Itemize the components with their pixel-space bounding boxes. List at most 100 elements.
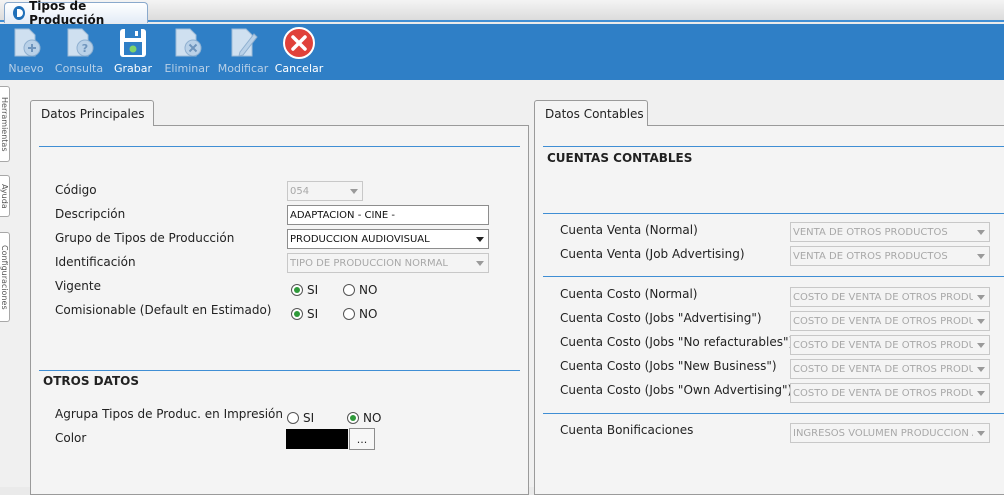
tab-datos-principales[interactable]: Datos Principales — [30, 100, 154, 126]
section-divider — [543, 413, 1004, 414]
vigente-no-label: NO — [359, 283, 378, 297]
cuenta-costo-new-business-select[interactable]: COSTO DE VENTA DE OTROS PRODUC — [790, 359, 990, 379]
cuenta-costo-own-advertising-select[interactable]: COSTO DE VENTA DE OTROS PRODUC — [790, 383, 990, 403]
chevron-down-icon — [472, 254, 488, 272]
descripcion-label: Descripción — [55, 207, 126, 221]
document-tab-strip: Tipos de Producción — [0, 0, 1004, 27]
chevron-down-icon — [973, 288, 989, 306]
chevron-down-icon — [973, 424, 989, 442]
cancel-icon — [283, 27, 315, 59]
side-panel-strip: Herramientas Ayuda Configuraciones — [0, 80, 10, 487]
cuenta-bonificaciones-label: Cuenta Bonificaciones — [560, 423, 694, 437]
svg-text:?: ? — [82, 42, 88, 55]
radio-checked-icon — [347, 412, 359, 424]
grupo-value: PRODUCCION AUDIOVISUAL — [290, 233, 430, 245]
datos-principales-panel: Código 054 Descripción ADAPTACION - CINE… — [30, 125, 529, 495]
chevron-down-icon — [973, 360, 989, 378]
delete-document-icon — [175, 28, 202, 57]
eliminar-button[interactable]: Eliminar — [164, 26, 210, 78]
radio-unchecked-icon — [343, 308, 355, 320]
cuenta-costo-no-refacturables-label: Cuenta Costo (Jobs "No refacturables") — [560, 335, 794, 349]
codigo-select[interactable]: 054 — [287, 181, 363, 201]
section-divider — [543, 276, 1004, 277]
modificar-button[interactable]: Modificar — [218, 26, 268, 78]
cuenta-costo-own-advertising-value: COSTO DE VENTA DE OTROS PRODUC — [793, 387, 973, 399]
section-divider — [39, 146, 520, 147]
cuenta-costo-normal-value: COSTO DE VENTA DE OTROS PRODUC — [793, 291, 973, 303]
cuenta-venta-normal-value: VENTA DE OTROS PRODUCTOS — [793, 226, 948, 238]
chevron-down-icon — [346, 182, 362, 200]
cuenta-costo-own-advertising-label: Cuenta Costo (Jobs "Own Advertising") — [560, 383, 793, 397]
tab-datos-principales-label: Datos Principales — [41, 106, 145, 121]
radio-checked-icon — [291, 308, 303, 320]
nuevo-button[interactable]: Nuevo — [8, 26, 44, 78]
vigente-label: Vigente — [55, 279, 101, 293]
grabar-button[interactable]: Grabar — [112, 26, 154, 78]
chevron-down-icon — [973, 384, 989, 402]
cuenta-venta-job-select[interactable]: VENTA DE OTROS PRODUCTOS — [790, 246, 990, 266]
cuenta-venta-normal-label: Cuenta Venta (Normal) — [560, 223, 698, 237]
chevron-down-icon — [472, 230, 488, 248]
cancelar-label: Cancelar — [274, 62, 324, 75]
tab-datos-contables[interactable]: Datos Contables — [534, 100, 648, 126]
radio-checked-icon — [291, 284, 303, 296]
section-divider — [543, 146, 1004, 147]
new-document-icon — [14, 28, 41, 57]
chevron-down-icon — [973, 336, 989, 354]
datos-contables-panel: CUENTAS CONTABLES Cuenta Venta (Normal) … — [534, 125, 1004, 495]
color-picker-button[interactable]: ... — [349, 428, 375, 450]
comisionable-si-label: SI — [307, 307, 319, 321]
consulta-label: Consulta — [54, 62, 104, 75]
codigo-label: Código — [55, 183, 97, 197]
cuenta-costo-no-refacturables-value: COSTO DE VENTA DE OTROS PRODUC — [793, 339, 973, 351]
cuenta-costo-no-refacturables-select[interactable]: COSTO DE VENTA DE OTROS PRODUC — [790, 335, 990, 355]
chevron-down-icon — [973, 247, 989, 265]
agrupa-si-label: SI — [303, 411, 315, 425]
identificacion-value: TIPO DE PRODUCCIÓN NORMAL — [290, 257, 448, 269]
vigente-no-radio[interactable]: NO — [343, 283, 377, 297]
query-document-icon: ? — [67, 28, 94, 57]
cancelar-button[interactable]: Cancelar — [274, 26, 324, 78]
color-swatch — [286, 429, 348, 449]
radio-unchecked-icon — [287, 412, 299, 424]
cuenta-costo-normal-label: Cuenta Costo (Normal) — [560, 287, 698, 301]
grupo-label: Grupo de Tipos de Producción — [55, 231, 235, 245]
edit-document-icon — [231, 28, 258, 57]
grabar-label: Grabar — [113, 62, 153, 75]
comisionable-no-label: NO — [359, 307, 378, 321]
cuenta-bonificaciones-value: INGRESOS VOLUMEN PRODUCCION A — [793, 427, 973, 439]
grupo-select[interactable]: PRODUCCION AUDIOVISUAL — [287, 229, 489, 249]
descripcion-input[interactable]: ADAPTACION - CINE - — [287, 205, 489, 225]
document-tab-label: Tipos de Producción — [29, 0, 105, 27]
cuenta-venta-normal-select[interactable]: VENTA DE OTROS PRODUCTOS — [790, 222, 990, 242]
chevron-down-icon — [973, 223, 989, 241]
cuentas-contables-title: CUENTAS CONTABLES — [547, 151, 693, 165]
document-tab[interactable]: Tipos de Producción — [4, 0, 148, 27]
cuenta-bonificaciones-select[interactable]: INGRESOS VOLUMEN PRODUCCION A — [790, 423, 990, 443]
tab-datos-contables-label: Datos Contables — [545, 106, 644, 121]
identificacion-label: Identificación — [55, 255, 136, 269]
agrupa-no-radio[interactable]: NO — [347, 411, 381, 425]
comisionable-label: Comisionable (Default en Estimado) — [55, 303, 272, 317]
cuenta-venta-job-value: VENTA DE OTROS PRODUCTOS — [793, 250, 948, 262]
color-label: Color — [55, 431, 87, 445]
cuenta-costo-new-business-label: Cuenta Costo (Jobs "New Business") — [560, 359, 777, 373]
side-tab-herramientas[interactable]: Herramientas — [0, 86, 10, 162]
vigente-si-radio[interactable]: SI — [291, 283, 318, 297]
cuenta-costo-new-business-value: COSTO DE VENTA DE OTROS PRODUC — [793, 363, 973, 375]
side-tab-ayuda[interactable]: Ayuda — [0, 175, 10, 217]
cuenta-costo-normal-select[interactable]: COSTO DE VENTA DE OTROS PRODUC — [790, 287, 990, 307]
otros-datos-title: OTROS DATOS — [43, 374, 139, 388]
agrupa-si-radio[interactable]: SI — [287, 411, 314, 425]
section-divider — [543, 213, 1004, 214]
consulta-button[interactable]: ? Consulta — [54, 26, 104, 78]
cuenta-costo-advertising-label: Cuenta Costo (Jobs "Advertising") — [560, 311, 762, 325]
radio-unchecked-icon — [343, 284, 355, 296]
section-divider — [39, 370, 520, 371]
comisionable-no-radio[interactable]: NO — [343, 307, 377, 321]
cuenta-venta-job-label: Cuenta Venta (Job Advertising) — [560, 247, 745, 261]
comisionable-si-radio[interactable]: SI — [291, 307, 318, 321]
side-tab-configuraciones[interactable]: Configuraciones — [0, 232, 10, 322]
cuenta-costo-advertising-select[interactable]: COSTO DE VENTA DE OTROS PRODUC — [790, 311, 990, 331]
identificacion-select[interactable]: TIPO DE PRODUCCIÓN NORMAL — [287, 253, 489, 273]
